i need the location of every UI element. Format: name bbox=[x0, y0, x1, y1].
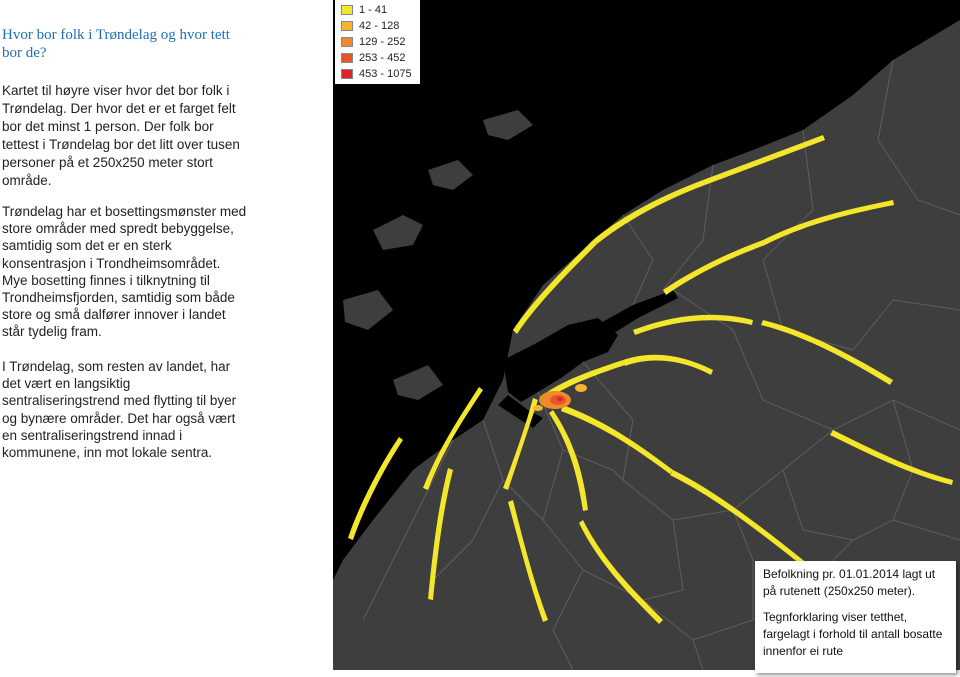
legend-swatch bbox=[341, 21, 353, 31]
legend-label: 1 - 41 bbox=[359, 4, 388, 16]
page-title: Hvor bor folk i Trøndelag og hvor tett b… bbox=[2, 27, 230, 61]
legend-item: 42 - 128 bbox=[341, 19, 399, 33]
intro-text: Kartet til høyre viser hvor det bor folk… bbox=[2, 83, 240, 188]
legend-swatch bbox=[341, 5, 353, 15]
legend-swatch bbox=[341, 53, 353, 63]
paragraph-settlement-pattern: Trøndelag har et bosettingsmønster med s… bbox=[2, 204, 247, 340]
legend-label: 129 - 252 bbox=[359, 36, 406, 48]
paragraph-centralisation: I Trøndelag, som resten av landet, har d… bbox=[2, 359, 237, 461]
legend-swatch bbox=[341, 37, 353, 47]
legend-item: 253 - 452 bbox=[341, 51, 405, 65]
legend-item: 453 - 1075 bbox=[341, 67, 412, 81]
legend-label: 253 - 452 bbox=[359, 52, 406, 64]
legend-swatch bbox=[341, 69, 353, 79]
info-legend-explanation: Tegnforklaring viser tetthet, fargelagt … bbox=[763, 610, 943, 658]
text-column: Hvor bor folk i Trøndelag og hvor tett b… bbox=[0, 0, 325, 677]
legend-label: 42 - 128 bbox=[359, 20, 400, 32]
map-info-box: Befolkning pr. 01.01.2014 lagt ut på rut… bbox=[755, 561, 956, 673]
map-legend: 1 - 41 42 - 128 129 - 252 253 - 452 453 … bbox=[335, 0, 420, 84]
fjord-inner-arm bbox=[588, 290, 678, 340]
legend-item: 1 - 41 bbox=[341, 3, 387, 17]
legend-label: 453 - 1075 bbox=[359, 68, 412, 80]
legend-item: 129 - 252 bbox=[341, 35, 405, 49]
info-population-date: Befolkning pr. 01.01.2014 lagt ut på rut… bbox=[763, 567, 936, 598]
